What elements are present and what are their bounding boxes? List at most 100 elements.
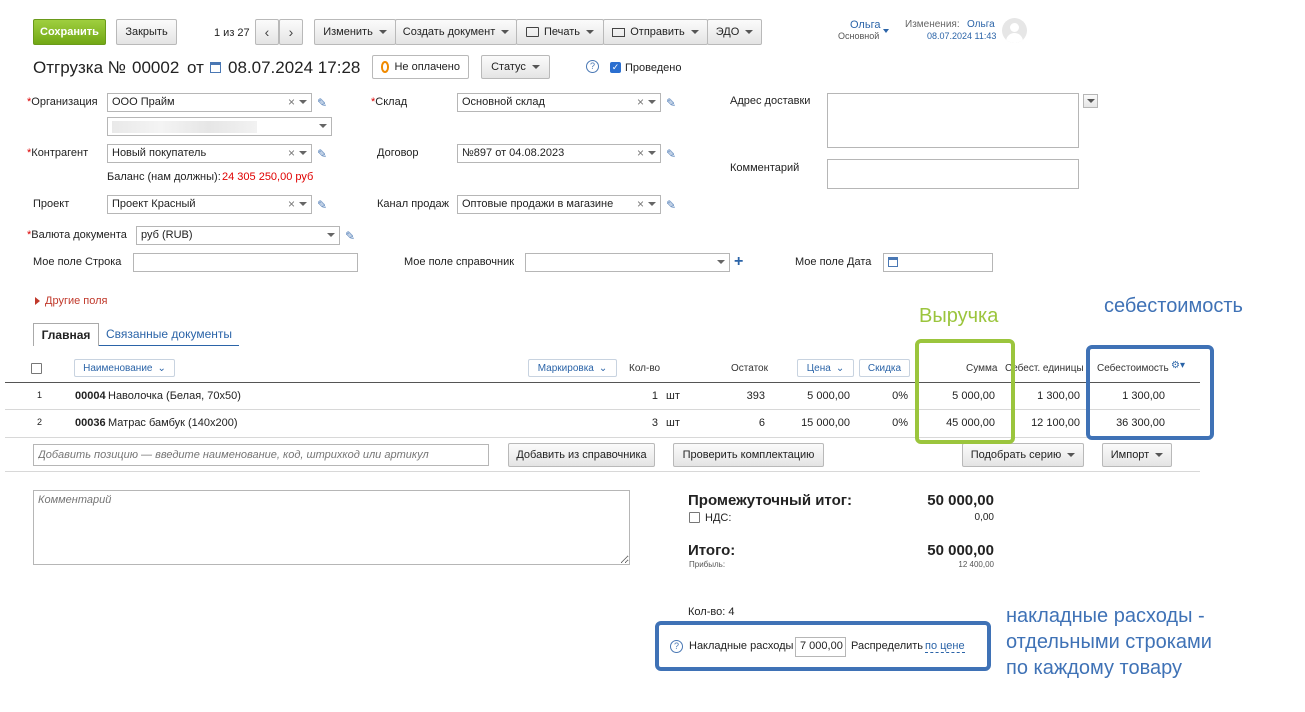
counterparty-select[interactable]: Новый покупатель × [107, 144, 312, 163]
overhead-annotation-line2: отдельными строками [1006, 631, 1212, 653]
my-string-label: Мое поле Строка [33, 256, 122, 268]
row-number: 2 [37, 417, 43, 427]
check-kit-button[interactable]: Проверить комплектацию [673, 443, 824, 467]
close-button[interactable]: Закрыть [116, 19, 177, 45]
expand-triangle-icon[interactable] [35, 297, 40, 305]
delivery-address-input[interactable] [827, 93, 1079, 148]
changes-date: 08.07.2024 11:43 [927, 31, 997, 41]
cost-annotation: себестоимость [1104, 295, 1243, 317]
currency-select[interactable]: руб (RUB) [136, 226, 340, 245]
change-button[interactable]: Изменить [314, 19, 396, 45]
row-qty[interactable]: 3 [630, 417, 658, 429]
row-stock: 6 [758, 417, 765, 429]
document-comment-textarea[interactable] [33, 490, 630, 565]
my-string-input[interactable] [133, 253, 358, 272]
row-code: 00036 [75, 417, 106, 429]
row-qty[interactable]: 1 [630, 390, 658, 402]
status-button[interactable]: Статус [481, 55, 550, 79]
user-name[interactable]: Ольга [850, 19, 880, 31]
tab-main[interactable]: Главная [33, 323, 99, 346]
help-icon[interactable]: ? [586, 60, 599, 73]
posted-label: Проведено [625, 62, 682, 74]
clear-icon[interactable]: × [288, 197, 295, 211]
clear-icon[interactable]: × [637, 197, 644, 211]
tab-linked-documents[interactable]: Связанные документы [99, 323, 239, 346]
row-name[interactable]: Матрас бамбук (140x200) [108, 417, 238, 429]
sales-channel-label: Канал продаж [377, 198, 450, 210]
sales-channel-select[interactable]: Оптовые продажи в магазине × [457, 195, 661, 214]
calendar-icon[interactable] [888, 257, 898, 267]
select-all-checkbox[interactable] [31, 363, 42, 374]
contract-select[interactable]: №897 от 04.08.2023 × [457, 144, 661, 163]
chevron-down-icon [327, 233, 335, 237]
plus-icon[interactable]: + [734, 253, 743, 271]
row-unit-cost: 1 300,00 [1037, 390, 1080, 402]
add-from-catalog-button[interactable]: Добавить из справочника [508, 443, 655, 467]
printer-icon [525, 27, 539, 37]
project-select[interactable]: Проект Красный × [107, 195, 312, 214]
edit-pencil-icon[interactable]: ✎ [317, 97, 329, 109]
quantity-total: Кол-во: 4 [688, 606, 735, 618]
row-price[interactable]: 5 000,00 [790, 390, 850, 402]
org-select[interactable]: ООО Прайм × [107, 93, 312, 112]
edit-pencil-icon[interactable]: ✎ [317, 199, 329, 211]
row-price[interactable]: 15 000,00 [790, 417, 850, 429]
edit-pencil-icon[interactable]: ✎ [317, 148, 329, 160]
address-dropdown-button[interactable] [1083, 94, 1098, 108]
prev-button[interactable]: ‹ [255, 19, 279, 45]
subtotal-label: Промежуточный итог: [688, 492, 852, 509]
changes-label: Изменения: [905, 19, 960, 30]
save-button[interactable]: Сохранить [33, 19, 106, 45]
chevron-down-icon [299, 202, 307, 206]
edo-button[interactable]: ЭДО [707, 19, 762, 45]
create-document-label: Создать документ [402, 26, 496, 38]
org-account-select[interactable] [107, 117, 332, 136]
chevron-down-icon [299, 100, 307, 104]
row-discount[interactable]: 0% [880, 417, 908, 429]
edit-pencil-icon[interactable]: ✎ [666, 199, 678, 211]
profit-label: Прибыль: [689, 560, 726, 569]
my-date-input[interactable] [883, 253, 993, 272]
clear-icon[interactable]: × [637, 95, 644, 109]
revenue-annotation: Выручка [919, 305, 999, 327]
clear-icon[interactable]: × [637, 146, 644, 160]
column-price-button[interactable]: Цена ⌄ [797, 359, 854, 377]
envelope-icon [612, 27, 626, 37]
comment-input[interactable] [827, 159, 1079, 189]
row-discount[interactable]: 0% [880, 390, 908, 402]
my-ref-select[interactable] [525, 253, 730, 272]
changes-user[interactable]: Ольга [967, 19, 995, 30]
edit-pencil-icon[interactable]: ✎ [345, 230, 357, 242]
caret-down-icon [745, 30, 754, 34]
calendar-icon[interactable] [210, 62, 221, 73]
row-unit: шт [666, 390, 680, 402]
user-dropdown-icon[interactable] [883, 29, 889, 33]
pick-series-button[interactable]: Подобрать серию [962, 443, 1084, 467]
warehouse-select[interactable]: Основной склад × [457, 93, 661, 112]
doc-number[interactable]: 00002 [132, 58, 179, 78]
column-name-button[interactable]: Наименование ⌄ [74, 359, 175, 377]
edit-pencil-icon[interactable]: ✎ [666, 97, 678, 109]
vat-checkbox[interactable] [689, 512, 700, 523]
doc-date[interactable]: 08.07.2024 17:28 [228, 58, 360, 78]
create-document-button[interactable]: Создать документ [395, 19, 517, 45]
column-marking-button[interactable]: Маркировка ⌄ [528, 359, 617, 377]
next-button[interactable]: › [279, 19, 303, 45]
clear-icon[interactable]: × [288, 146, 295, 160]
other-fields-link[interactable]: Другие поля [45, 295, 107, 307]
import-button[interactable]: Импорт [1102, 443, 1172, 467]
send-button[interactable]: Отправить [603, 19, 708, 45]
org-label: *Организация [27, 96, 98, 108]
column-discount-button[interactable]: Скидка [859, 359, 910, 377]
edit-pencil-icon[interactable]: ✎ [666, 148, 678, 160]
column-stock: Остаток [731, 363, 768, 374]
posted-checkbox[interactable]: ✓ [610, 62, 621, 73]
counterparty-label: *Контрагент [27, 147, 89, 159]
send-label: Отправить [630, 26, 685, 38]
row-name[interactable]: Наволочка (Белая, 70x50) [108, 390, 241, 402]
print-button[interactable]: Печать [516, 19, 604, 45]
avatar[interactable] [1002, 18, 1027, 43]
payment-status-button[interactable]: Не оплачено [372, 55, 469, 79]
add-position-input[interactable] [33, 444, 489, 466]
clear-icon[interactable]: × [288, 95, 295, 109]
